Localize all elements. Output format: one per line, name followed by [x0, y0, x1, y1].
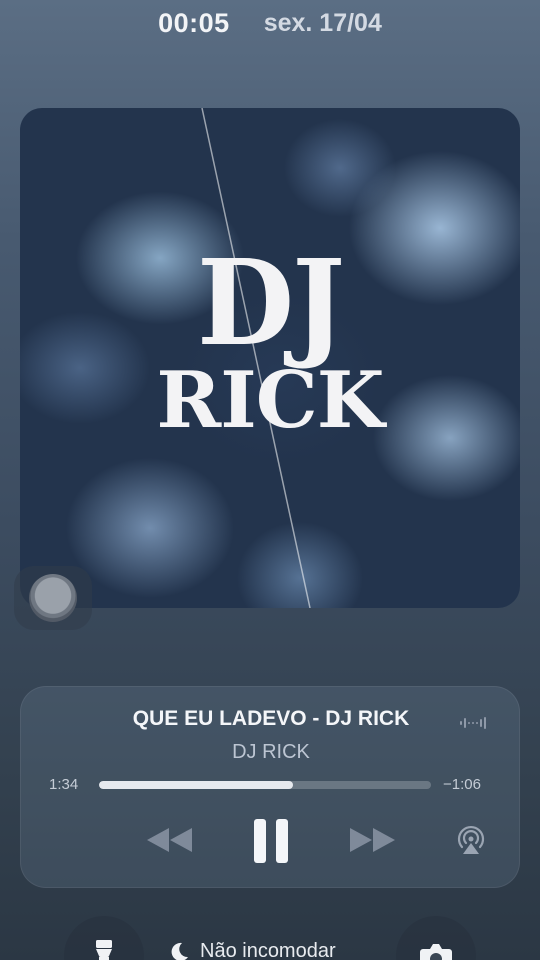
time-remaining: −1:06 [443, 776, 481, 793]
status-date: sex. 17/04 [263, 8, 382, 37]
track-title: QUE EU LADEVO - DJ RICK [132, 707, 410, 730]
fast-forward-icon[interactable] [347, 825, 397, 855]
time-elapsed: 1:34 [49, 776, 79, 793]
focus-mode-indicator[interactable]: Não incomodar [168, 940, 336, 960]
rewind-icon[interactable] [145, 825, 195, 855]
status-time: 00:05 [158, 7, 230, 38]
album-artwork[interactable]: DJ RICK [20, 108, 520, 608]
status-bar: 00:05 sex. 17/04 [0, 6, 540, 40]
album-logo-rick: RICK [156, 355, 384, 446]
flashlight-icon [96, 940, 112, 960]
assistive-touch-icon [29, 574, 77, 622]
focus-mode-label: Não incomodar [200, 940, 336, 960]
moon-icon [171, 942, 188, 960]
album-logo: DJ RICK [20, 234, 520, 446]
progress-bar[interactable] [99, 781, 431, 789]
assistive-touch-button[interactable] [14, 566, 92, 630]
waveform-icon [460, 717, 486, 729]
now-playing-widget: QUE EU LADEVO - DJ RICK DJ RICK 1:34 −1:… [20, 686, 520, 888]
track-artist: DJ RICK [232, 741, 310, 763]
camera-button[interactable] [396, 916, 476, 960]
airplay-icon[interactable] [455, 824, 487, 856]
flashlight-button[interactable] [64, 916, 144, 960]
pause-icon[interactable] [251, 817, 291, 865]
camera-icon [420, 944, 452, 960]
album-logo-dj: DJ [196, 234, 345, 373]
progress-fill [99, 781, 294, 789]
